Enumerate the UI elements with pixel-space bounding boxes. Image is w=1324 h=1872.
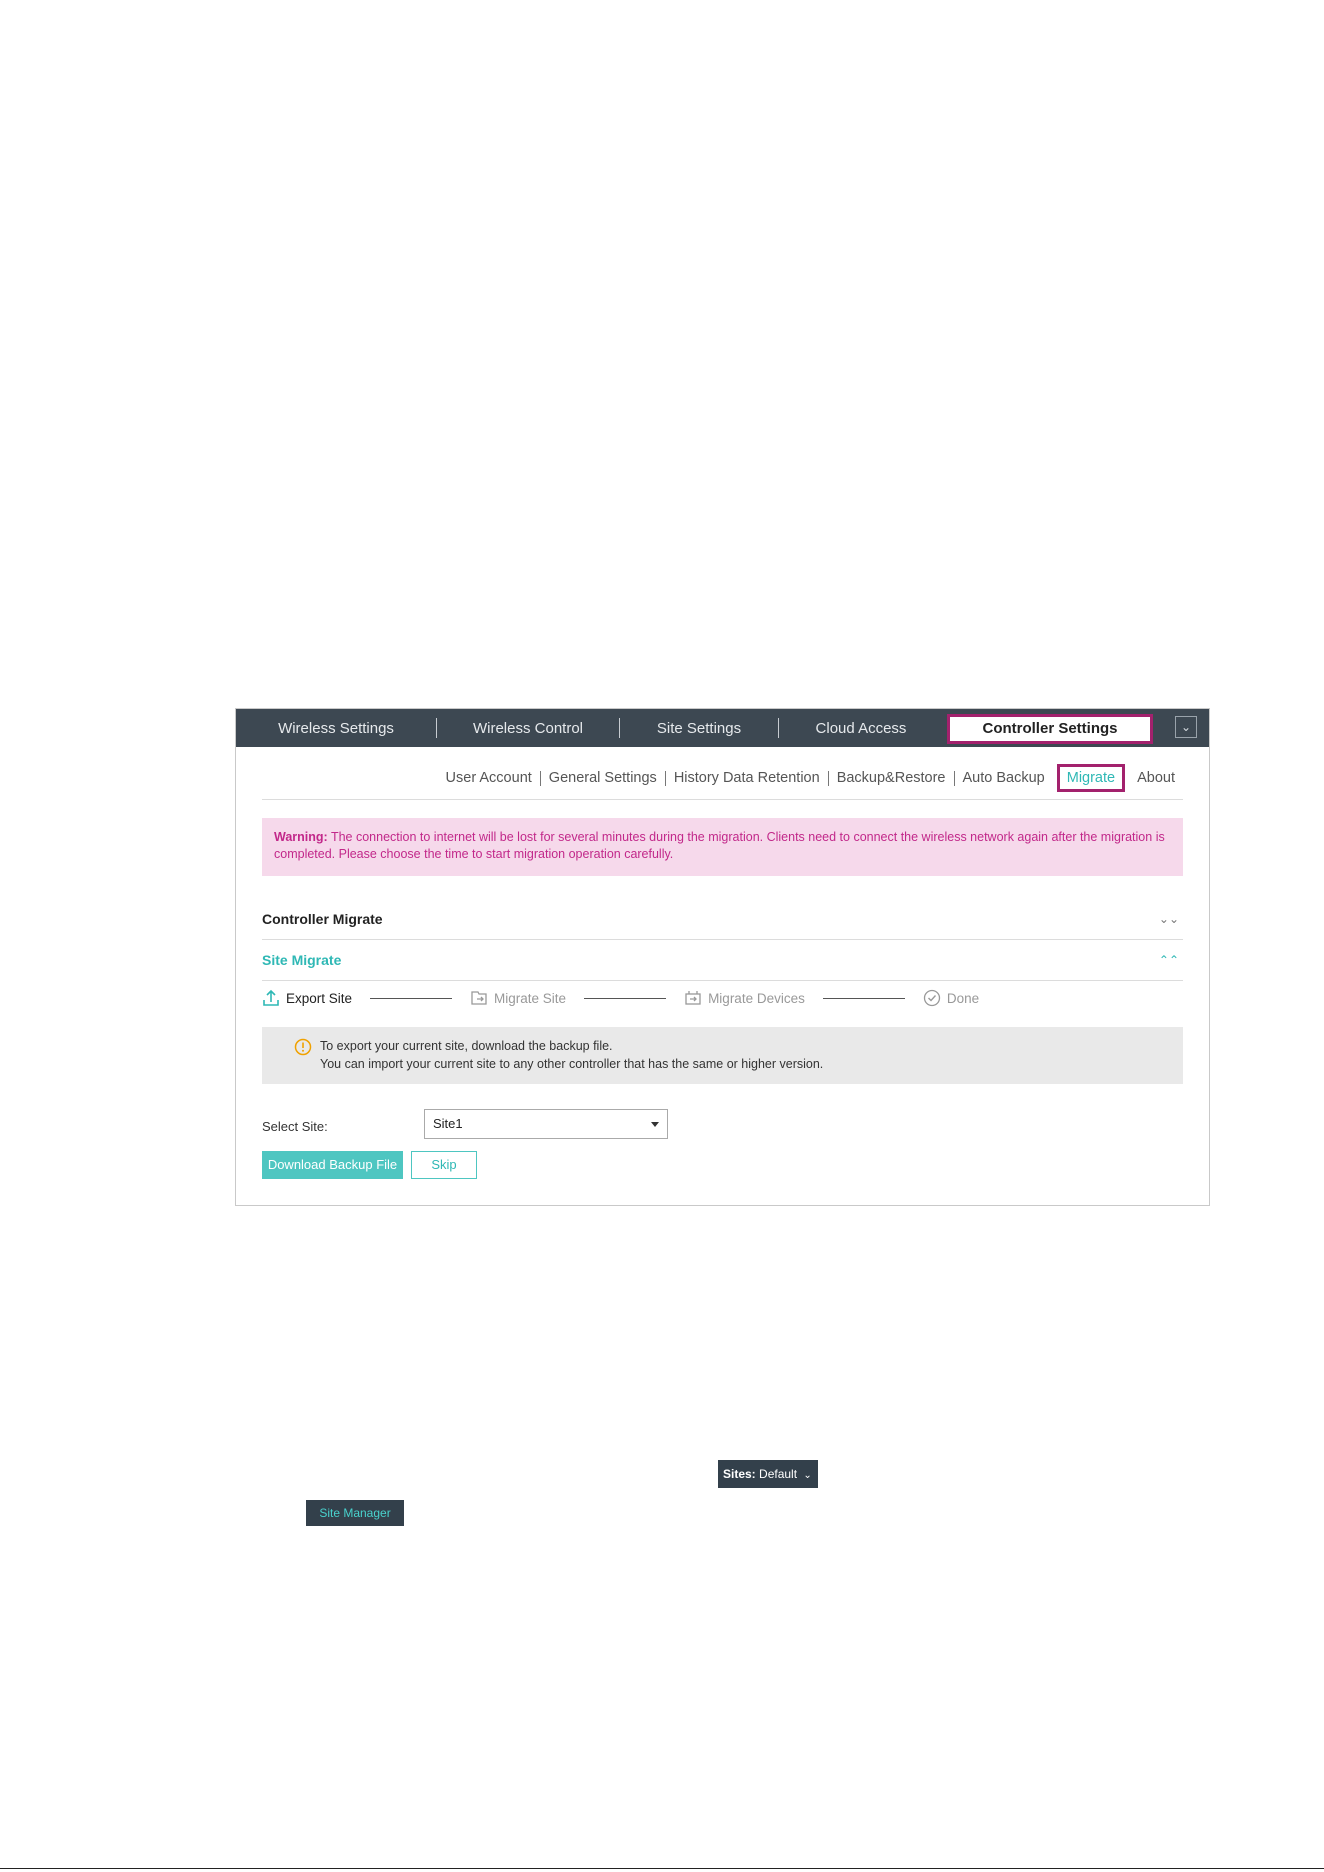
sites-selector[interactable]: Sites: Default ⌄ [718, 1460, 818, 1488]
warning-circle-icon [294, 1038, 312, 1056]
sites-label: Sites: [723, 1467, 756, 1481]
tab-wireless-settings[interactable]: Wireless Settings [236, 709, 436, 747]
warning-prefix: Warning: [274, 830, 328, 844]
info-text: To export your current site, download th… [320, 1037, 823, 1073]
step-export-site: Export Site [262, 989, 352, 1007]
settings-subnav: User Account General Settings History Da… [262, 757, 1183, 800]
double-chevron-down-icon[interactable]: ⌄⌄ [1159, 912, 1179, 926]
tab-site-settings[interactable]: Site Settings [620, 709, 778, 747]
step-connector [584, 997, 667, 999]
export-info-box: To export your current site, download th… [262, 1027, 1183, 1084]
controller-settings-panel: Wireless Settings Wireless Control Site … [235, 708, 1210, 1206]
step-migrate-devices: Migrate Devices [684, 989, 805, 1007]
step-label: Done [946, 990, 980, 1006]
info-line-1: To export your current site, download th… [320, 1039, 613, 1053]
step-migrate-site: Migrate Site [470, 989, 566, 1007]
migrate-devices-icon [685, 991, 701, 1005]
subnav-general-settings[interactable]: General Settings [541, 770, 665, 786]
site-migrate-title: Site Migrate [262, 952, 342, 968]
subnav-backup-restore[interactable]: Backup&Restore [829, 770, 954, 786]
upload-icon [263, 989, 279, 1006]
subnav-auto-backup[interactable]: Auto Backup [955, 770, 1053, 786]
step-connector [370, 997, 453, 999]
subnav-history-data-retention[interactable]: History Data Retention [666, 770, 828, 786]
tab-wireless-control[interactable]: Wireless Control [437, 709, 619, 747]
migration-warning: Warning: The connection to internet will… [262, 818, 1183, 876]
controller-migrate-title: Controller Migrate [262, 911, 383, 927]
chevron-down-icon: ⌄ [803, 1470, 812, 1481]
check-circle-icon [923, 989, 940, 1007]
tab-controller-settings[interactable]: Controller Settings [947, 714, 1153, 744]
chevron-down-icon[interactable]: ⌄ [1175, 716, 1197, 738]
step-connector [822, 997, 905, 999]
migrate-site-icon [471, 991, 487, 1005]
site-migrate-section[interactable]: Site Migrate ⌃⌃ [262, 940, 1183, 981]
download-backup-button[interactable]: Download Backup File [262, 1151, 403, 1179]
subnav-user-account[interactable]: User Account [438, 770, 540, 786]
subnav-migrate[interactable]: Migrate [1056, 764, 1126, 792]
controller-migrate-section[interactable]: Controller Migrate ⌄⌄ [262, 899, 1183, 940]
migration-steps: Export Site Migrate Site Migrate Devices [262, 983, 979, 1013]
step-label: Migrate Devices [708, 990, 805, 1006]
site-select[interactable]: Site1 [424, 1109, 668, 1139]
tab-cloud-access[interactable]: Cloud Access [779, 709, 943, 747]
site-select-value: Site1 [433, 1116, 463, 1131]
subnav-about[interactable]: About [1129, 770, 1183, 786]
step-label: Migrate Site [494, 990, 567, 1006]
site-manager-button[interactable]: Site Manager [306, 1500, 404, 1526]
step-label: Export Site [286, 990, 353, 1006]
footer-divider [0, 1868, 1324, 1869]
dropdown-arrow-icon [651, 1122, 659, 1127]
warning-text: The connection to internet will be lost … [274, 830, 1165, 861]
info-line-2: You can import your current site to any … [320, 1057, 824, 1071]
top-navigation: Wireless Settings Wireless Control Site … [236, 709, 1209, 747]
sites-value: Default [759, 1467, 798, 1481]
double-chevron-up-icon[interactable]: ⌃⌃ [1159, 953, 1179, 967]
skip-button[interactable]: Skip [411, 1151, 477, 1179]
step-done: Done [923, 989, 979, 1007]
select-site-label: Select Site: [262, 1119, 328, 1134]
